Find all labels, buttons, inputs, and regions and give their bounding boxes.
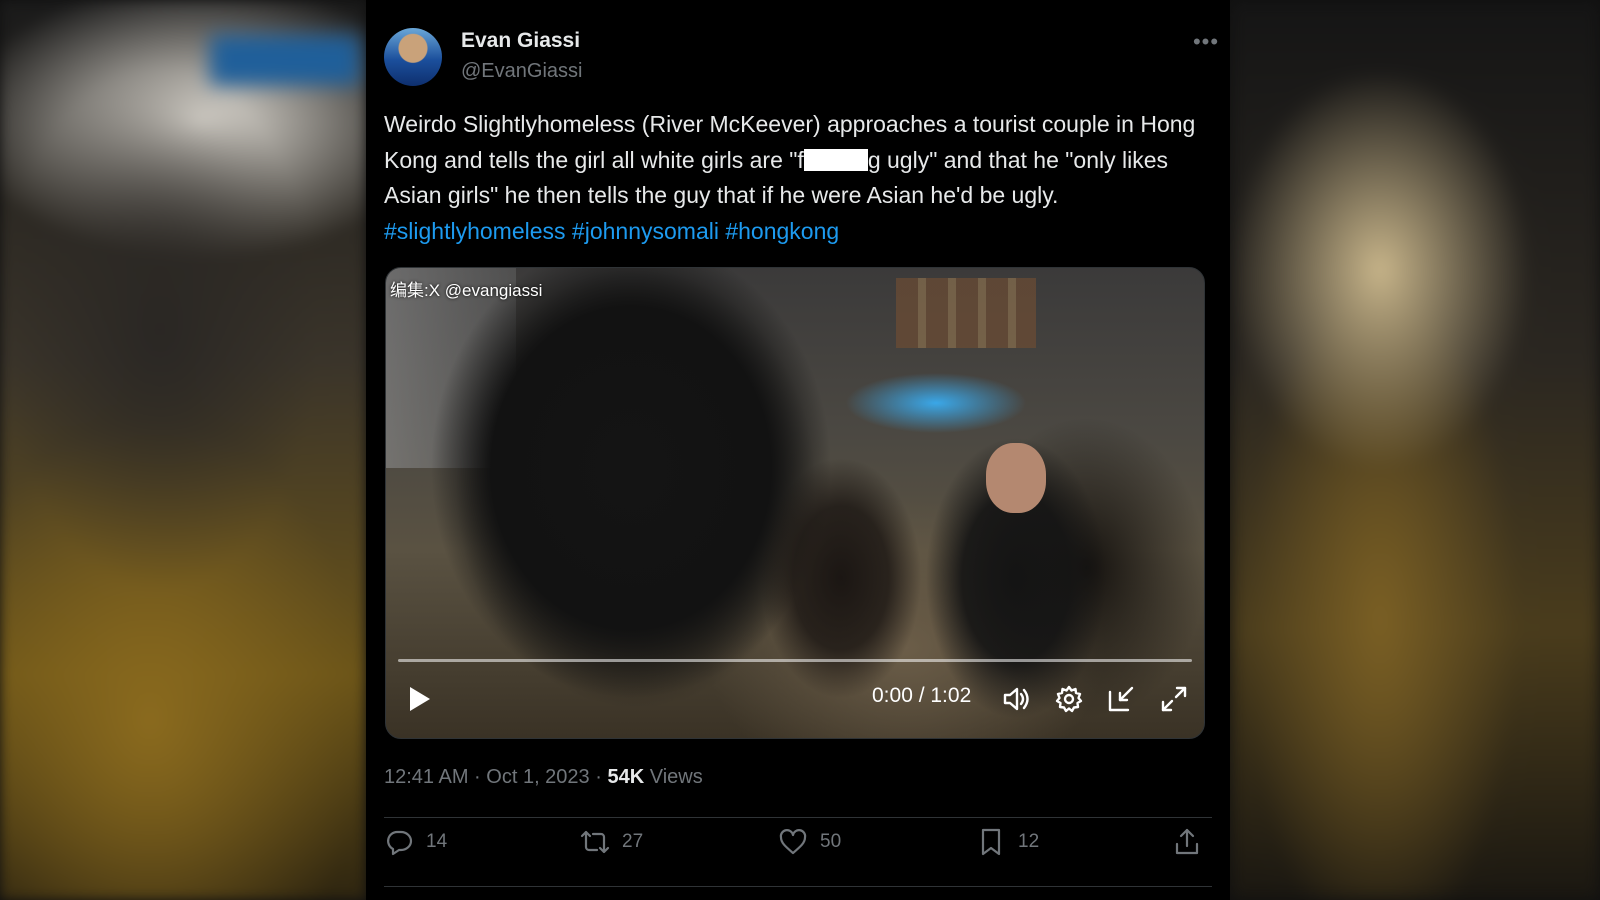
heart-icon: [779, 829, 807, 855]
video-progress-bar[interactable]: [398, 659, 1192, 662]
author-name[interactable]: Evan Giassi: [461, 29, 580, 53]
video-scene-posters: [896, 278, 1036, 348]
hashtag-link[interactable]: #hongkong: [725, 218, 839, 244]
video-time: 0:00 / 1:02: [872, 684, 972, 707]
share-icon: [1175, 828, 1199, 855]
video-player[interactable]: 编集:X @evangiassi 0:00 / 1:02: [385, 267, 1205, 739]
video-scene-face: [986, 443, 1046, 513]
reply-button[interactable]: 14: [384, 820, 447, 864]
hashtag-link[interactable]: #slightlyhomeless: [384, 218, 566, 244]
more-options-icon[interactable]: •••: [1190, 28, 1222, 56]
author-handle[interactable]: @EvanGiassi: [461, 60, 582, 83]
volume-icon[interactable]: [1001, 684, 1031, 714]
bookmark-icon: [981, 828, 1001, 856]
divider: [384, 886, 1212, 887]
redaction-box: [803, 148, 868, 171]
reply-count: 14: [426, 831, 448, 852]
play-icon[interactable]: [406, 684, 432, 714]
video-watermark: 编集:X @evangiassi: [390, 281, 543, 300]
repost-icon: [580, 830, 610, 854]
bookmark-button[interactable]: 12: [976, 820, 1039, 864]
timestamp[interactable]: 12:41 AM · Oct 1, 2023: [384, 766, 590, 788]
fullscreen-icon[interactable]: [1159, 684, 1189, 714]
action-bar: 14 27 50 12: [384, 820, 1212, 864]
tweet-card: Evan Giassi @EvanGiassi ••• Weirdo Sligh…: [366, 0, 1230, 900]
tweet-text: Weirdo Slightlyhomeless (River McKeever)…: [384, 107, 1204, 249]
repost-button[interactable]: 27: [580, 820, 643, 864]
share-button[interactable]: [1172, 820, 1214, 864]
views-count: 54K: [607, 766, 645, 788]
tweet-meta: 12:41 AM · Oct 1, 2023 · 54K Views: [384, 766, 703, 788]
video-scene-person: [756, 458, 926, 718]
blurred-background-left: [0, 0, 366, 900]
divider: [384, 817, 1212, 818]
reply-icon: [387, 830, 413, 856]
gear-icon[interactable]: [1054, 684, 1084, 714]
views-label: Views: [649, 766, 703, 788]
blurred-background-right: [1230, 0, 1600, 900]
picture-in-picture-icon[interactable]: [1106, 684, 1136, 714]
bookmark-count: 12: [1018, 831, 1040, 852]
like-button[interactable]: 50: [778, 820, 841, 864]
repost-count: 27: [622, 831, 644, 852]
hashtag-link[interactable]: #johnnysomali: [572, 218, 719, 244]
avatar[interactable]: [384, 28, 442, 86]
like-count: 50: [820, 831, 842, 852]
